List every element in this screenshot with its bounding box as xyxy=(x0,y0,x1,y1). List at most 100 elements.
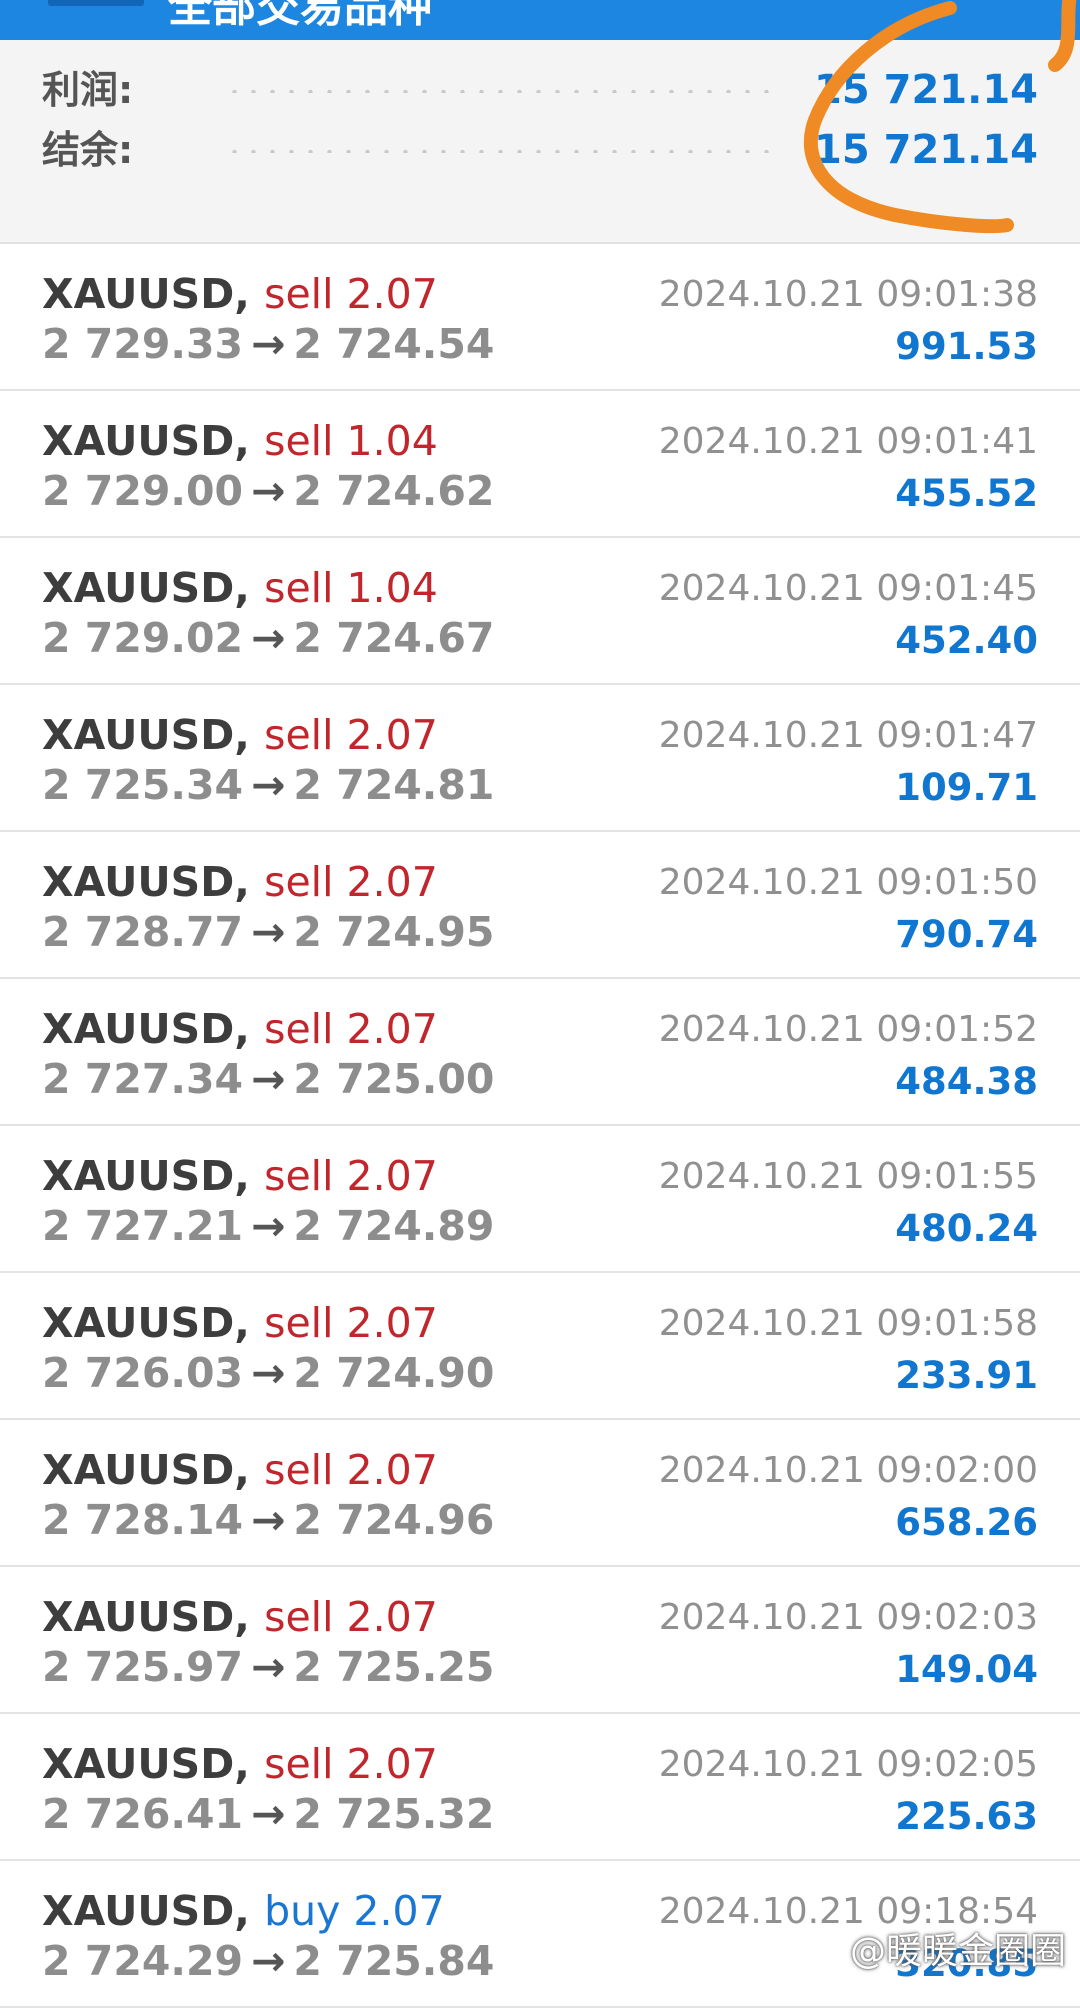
trade-symbol-line: XAUUSD, sell 2.07 xyxy=(42,1152,438,1200)
top-app-bar: 全部交易品种 xyxy=(0,0,1080,40)
trade-row[interactable]: XAUUSD, buy 2.07 2 724.29 → 2 725.84 2024.10… xyxy=(0,1861,1080,2008)
open-price: 2 728.77 xyxy=(42,908,244,956)
trade-symbol: XAUUSD, xyxy=(42,270,250,318)
open-price: 2 725.34 xyxy=(42,761,244,809)
trade-price-line: 2 725.97 → 2 725.25 xyxy=(42,1643,494,1691)
trade-row[interactable]: XAUUSD, sell 2.07 2 728.77 → 2 724.95 2024.1… xyxy=(0,832,1080,979)
profit-label: 利润: xyxy=(42,68,134,112)
close-price: 2 724.90 xyxy=(293,1349,495,1397)
trade-profit: 658.26 xyxy=(895,1501,1038,1544)
trade-time: 2024.10.21 09:01:41 xyxy=(658,421,1038,462)
trade-symbol-line: XAUUSD, buy 2.07 xyxy=(42,1887,445,1935)
trade-price-line: 2 728.14 → 2 724.96 xyxy=(42,1496,494,1544)
close-price: 2 724.96 xyxy=(293,1496,495,1544)
trade-price-line: 2 726.03 → 2 724.90 xyxy=(42,1349,494,1397)
close-price: 2 724.62 xyxy=(293,467,495,515)
trade-row[interactable]: XAUUSD, sell 2.07 2 725.34 → 2 724.81 2024.1… xyxy=(0,685,1080,832)
arrow-right-icon: → xyxy=(251,1496,286,1544)
trade-time: 2024.10.21 09:01:38 xyxy=(658,274,1038,315)
trade-symbol-line: XAUUSD, sell 2.07 xyxy=(42,1299,438,1347)
profit-row: 利润: 15 721.14 xyxy=(0,60,1080,120)
balance-label: 结余: xyxy=(42,128,134,172)
trade-profit: 484.38 xyxy=(895,1060,1038,1103)
close-price: 2 724.95 xyxy=(293,908,495,956)
trade-symbol-line: XAUUSD, sell 1.04 xyxy=(42,417,438,465)
trade-row[interactable]: XAUUSD, sell 1.04 2 729.00 → 2 724.62 2024.1… xyxy=(0,391,1080,538)
trade-profit: 233.91 xyxy=(895,1354,1038,1397)
trade-side-volume: sell 2.07 xyxy=(264,1593,438,1641)
trade-symbol-line: XAUUSD, sell 2.07 xyxy=(42,270,438,318)
trade-row[interactable]: XAUUSD, sell 2.07 2 729.33 → 2 724.54 2024.1… xyxy=(0,244,1080,391)
trade-symbol: XAUUSD, xyxy=(42,1887,250,1935)
trade-symbol-line: XAUUSD, sell 2.07 xyxy=(42,1005,438,1053)
arrow-right-icon: → xyxy=(251,1202,286,1250)
arrow-right-icon: → xyxy=(251,467,286,515)
trade-profit: 455.52 xyxy=(895,472,1038,515)
trade-profit: 149.04 xyxy=(895,1648,1038,1691)
close-price: 2 724.67 xyxy=(293,614,495,662)
menu-icon[interactable] xyxy=(48,0,144,6)
trade-time: 2024.10.21 09:01:58 xyxy=(658,1303,1038,1344)
trade-symbol: XAUUSD, xyxy=(42,1299,250,1347)
account-summary: 利润: 15 721.14 结余: 15 721.14 xyxy=(0,40,1080,244)
trade-side-volume: sell 1.04 xyxy=(264,417,438,465)
open-price: 2 729.02 xyxy=(42,614,244,662)
trade-symbol: XAUUSD, xyxy=(42,1005,250,1053)
open-price: 2 724.29 xyxy=(42,1937,244,1985)
trade-profit: 225.63 xyxy=(895,1795,1038,1838)
trade-price-line: 2 729.02 → 2 724.67 xyxy=(42,614,494,662)
trade-time: 2024.10.21 09:02:03 xyxy=(658,1597,1038,1638)
trade-price-line: 2 725.34 → 2 724.81 xyxy=(42,761,494,809)
arrow-right-icon: → xyxy=(251,1790,286,1838)
trade-symbol-line: XAUUSD, sell 2.07 xyxy=(42,1593,438,1641)
trade-row[interactable]: XAUUSD, sell 2.07 2 728.14 → 2 724.96 2024.1… xyxy=(0,1420,1080,1567)
trade-profit: 109.71 xyxy=(895,766,1038,809)
dotted-leader xyxy=(225,149,775,153)
trade-time: 2024.10.21 09:01:47 xyxy=(658,715,1038,756)
trade-time: 2024.10.21 09:18:54 xyxy=(658,1891,1038,1932)
trade-profit: 991.53 xyxy=(895,325,1038,368)
trade-row[interactable]: XAUUSD, sell 2.07 2 726.03 → 2 724.90 2024.1… xyxy=(0,1273,1080,1420)
arrow-right-icon: → xyxy=(251,1349,286,1397)
close-price: 2 724.54 xyxy=(293,320,495,368)
trade-time: 2024.10.21 09:02:00 xyxy=(658,1450,1038,1491)
open-price: 2 729.33 xyxy=(42,320,244,368)
balance-value: 15 721.14 xyxy=(814,127,1038,173)
trade-symbol: XAUUSD, xyxy=(42,1740,250,1788)
close-price: 2 725.25 xyxy=(293,1643,495,1691)
trade-side-volume: sell 2.07 xyxy=(264,270,438,318)
trade-time: 2024.10.21 09:01:52 xyxy=(658,1009,1038,1050)
trade-row[interactable]: XAUUSD, sell 2.07 2 725.97 → 2 725.25 2024.1… xyxy=(0,1567,1080,1714)
trade-symbol: XAUUSD, xyxy=(42,417,250,465)
dotted-leader xyxy=(225,89,775,93)
trade-row[interactable]: XAUUSD, sell 2.07 2 727.34 → 2 725.00 2024.1… xyxy=(0,979,1080,1126)
page-title: 全部交易品种 xyxy=(168,0,432,32)
arrow-right-icon: → xyxy=(251,908,286,956)
trade-symbol: XAUUSD, xyxy=(42,564,250,612)
trade-time: 2024.10.21 09:01:50 xyxy=(658,862,1038,903)
open-price: 2 728.14 xyxy=(42,1496,244,1544)
trade-row[interactable]: XAUUSD, sell 2.07 2 726.41 → 2 725.32 2024.1… xyxy=(0,1714,1080,1861)
close-price: 2 724.81 xyxy=(293,761,495,809)
open-price: 2 726.41 xyxy=(42,1790,244,1838)
trade-symbol: XAUUSD, xyxy=(42,1152,250,1200)
trade-side-volume: sell 2.07 xyxy=(264,1005,438,1053)
trade-price-line: 2 726.41 → 2 725.32 xyxy=(42,1790,494,1838)
trade-time: 2024.10.21 09:01:45 xyxy=(658,568,1038,609)
trade-profit: 480.24 xyxy=(895,1207,1038,1250)
trade-side-volume: sell 2.07 xyxy=(264,1740,438,1788)
open-price: 2 727.34 xyxy=(42,1055,244,1103)
arrow-right-icon: → xyxy=(251,320,286,368)
trade-symbol: XAUUSD, xyxy=(42,1446,250,1494)
trade-side-volume: sell 2.07 xyxy=(264,1299,438,1347)
trade-profit: 320.85 xyxy=(895,1942,1038,1985)
trade-row[interactable]: XAUUSD, sell 1.04 2 729.02 → 2 724.67 2024.1… xyxy=(0,538,1080,685)
trade-symbol: XAUUSD, xyxy=(42,1593,250,1641)
trade-row[interactable]: XAUUSD, sell 2.07 2 727.21 → 2 724.89 2024.1… xyxy=(0,1126,1080,1273)
trade-time: 2024.10.21 09:02:05 xyxy=(658,1744,1038,1785)
arrow-right-icon: → xyxy=(251,761,286,809)
trade-symbol-line: XAUUSD, sell 2.07 xyxy=(42,858,438,906)
open-price: 2 726.03 xyxy=(42,1349,244,1397)
trade-price-line: 2 724.29 → 2 725.84 xyxy=(42,1937,494,1985)
trade-history-list: XAUUSD, sell 2.07 2 729.33 → 2 724.54 2024.1… xyxy=(0,244,1080,2008)
